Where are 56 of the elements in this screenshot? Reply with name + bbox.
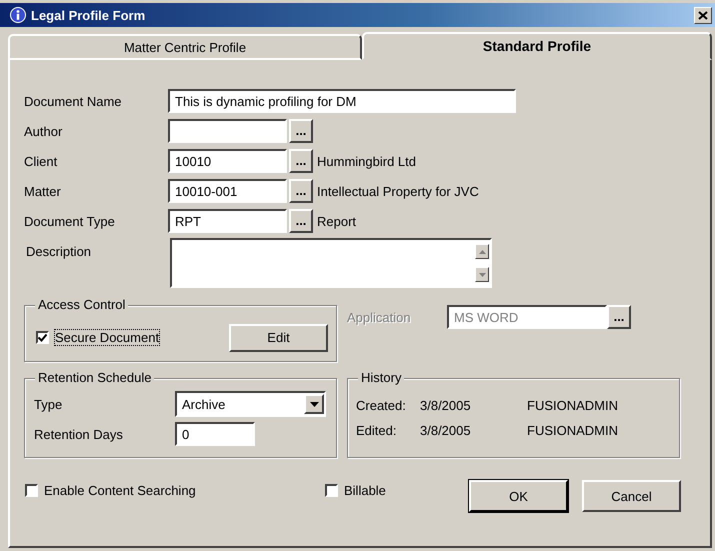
dialog-button[interactable]: OK <box>469 480 568 512</box>
text-area[interactable] <box>170 238 492 288</box>
field-label: Retention Days <box>34 426 124 442</box>
history-label: Edited: <box>356 423 398 438</box>
history-user: FUSIONADMIN <box>527 398 618 413</box>
checkbox-label: Secure Document <box>55 330 160 345</box>
text-field[interactable] <box>168 119 287 143</box>
lookup-description: Intellectual Property for JVC <box>317 184 479 198</box>
group-title: Retention Schedule <box>35 370 154 385</box>
checkbox[interactable] <box>25 484 38 497</box>
text-field[interactable]: 10010-001 <box>168 179 287 203</box>
field-label: Description <box>25 243 92 259</box>
checkbox[interactable] <box>325 484 338 497</box>
checkbox-label: Enable Content Searching <box>44 483 196 498</box>
text-field[interactable]: 0 <box>175 422 255 446</box>
lookup-description: Report <box>317 214 356 228</box>
dropdown-arrow-icon <box>310 402 318 406</box>
history-date: 3/8/2005 <box>420 423 472 438</box>
group-title: Access Control <box>35 297 128 312</box>
group-title: History <box>358 370 404 385</box>
check-icon <box>38 334 47 342</box>
lookup-description: Hummingbird Ltd <box>317 154 416 168</box>
scroll-down-button[interactable] <box>475 267 489 282</box>
edit-button[interactable]: Edit <box>229 324 328 352</box>
history-date: 3/8/2005 <box>420 398 472 413</box>
tab[interactable]: Matter Centric Profile <box>8 34 362 60</box>
text-field[interactable]: 10010 <box>168 149 287 173</box>
history-user: FUSIONADMIN <box>527 423 618 438</box>
up-arrow-icon <box>478 250 486 254</box>
field-label: Application <box>347 309 412 325</box>
history-label: Created: <box>356 398 407 413</box>
dropdown[interactable]: Archive <box>175 391 326 417</box>
field-label: Document Name <box>24 94 123 108</box>
text-field[interactable]: This is dynamic profiling for DM <box>168 89 516 113</box>
checkbox[interactable] <box>36 331 49 344</box>
window-title: Legal Profile Form <box>31 8 146 22</box>
field-label: Author <box>24 124 64 138</box>
close-button[interactable] <box>694 6 712 24</box>
down-arrow-icon <box>478 272 486 276</box>
text-field[interactable]: RPT <box>168 209 287 233</box>
checkbox-label: Billable <box>344 483 386 498</box>
field-label: Client <box>24 154 58 168</box>
browse-button[interactable]: ... <box>289 209 313 233</box>
close-icon <box>698 10 708 20</box>
scroll-up-button[interactable] <box>475 244 489 259</box>
browse-button[interactable]: ... <box>289 119 313 143</box>
dropdown-value: Archive <box>182 396 226 412</box>
browse-button[interactable]: ... <box>289 149 313 173</box>
dropdown-button[interactable] <box>304 394 324 414</box>
dialog-button[interactable]: Cancel <box>582 480 681 512</box>
browse-button[interactable]: ... <box>289 179 313 203</box>
field-label: Document Type <box>24 214 116 228</box>
field-label: Type <box>34 396 64 412</box>
tab[interactable]: Standard Profile <box>362 32 712 60</box>
info-icon <box>10 7 26 23</box>
field-label: Matter <box>24 184 62 198</box>
